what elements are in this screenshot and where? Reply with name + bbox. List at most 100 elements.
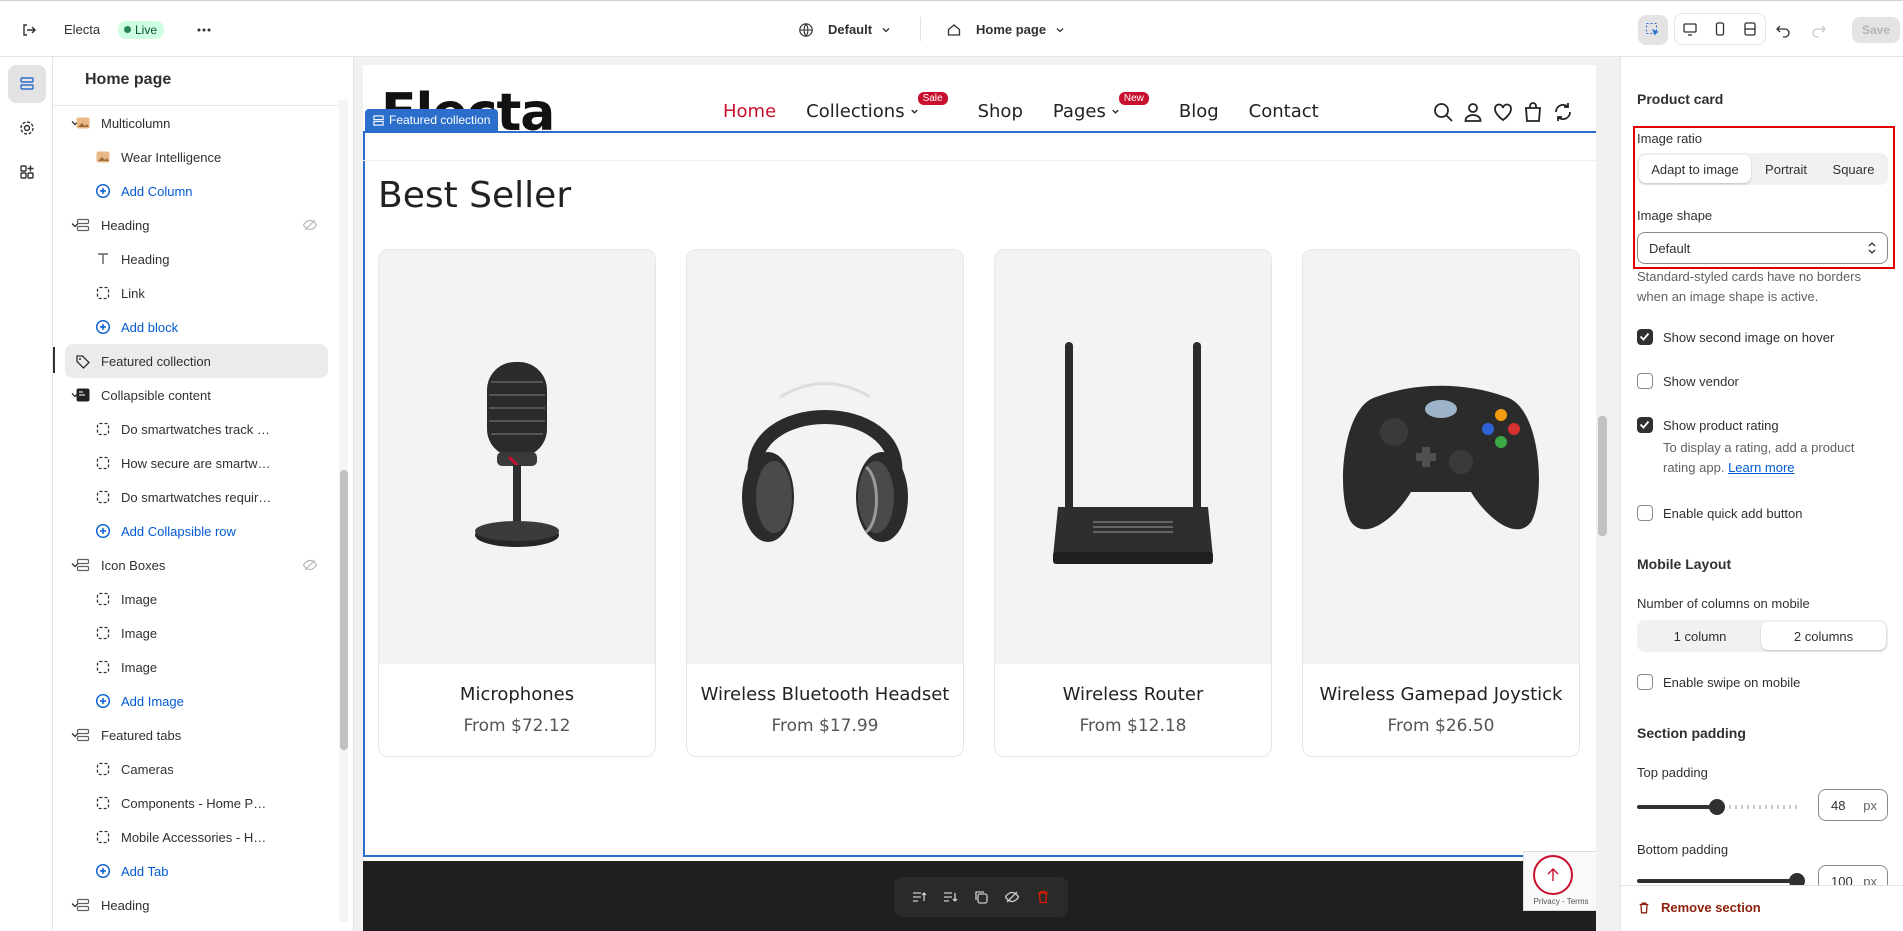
nav-item-collections[interactable]: CollectionsSale [806,92,949,122]
mobile-view-button[interactable] [1705,14,1735,44]
duplicate-icon[interactable] [973,889,989,905]
scroll-to-top-button[interactable] [1533,855,1573,895]
tree-block-item[interactable]: Link [53,276,338,310]
hide-eye-icon[interactable] [1004,889,1020,905]
product-card[interactable]: Wireless Router From $12.18 [994,249,1272,757]
add-item-button[interactable]: Add Tab [53,854,338,888]
tree-item-label: Heading [101,897,150,913]
section-icon [75,557,91,573]
mobile-columns-option[interactable]: 2 columns [1761,622,1886,650]
tree-block-item[interactable]: Mobile Accessories - Home... [53,820,338,854]
left-scrollbar-thumb[interactable] [340,470,348,750]
show-second-image-checkbox[interactable] [1637,329,1653,345]
top-padding-slider-knob[interactable] [1709,799,1725,815]
show-vendor-label[interactable]: Show vendor [1663,374,1739,389]
redo-button[interactable] [1804,15,1834,45]
tree-item-label: Featured collection [101,353,211,369]
product-name[interactable]: Microphones [379,684,655,705]
nav-item-shop[interactable]: Shop [978,101,1023,122]
move-down-icon[interactable] [942,889,958,905]
product-name[interactable]: Wireless Router [995,684,1271,705]
product-name[interactable]: Wireless Gamepad Joystick [1303,684,1579,705]
top-padding-value: 48 [1831,797,1846,813]
quick-add-label[interactable]: Enable quick add button [1663,506,1803,521]
move-up-icon[interactable] [911,889,927,905]
nav-item-contact[interactable]: Contact [1249,101,1319,122]
tree-block-item[interactable]: Components - Home Page [53,786,338,820]
fullscreen-view-button[interactable] [1735,14,1765,44]
sections-nav-button[interactable] [8,65,46,103]
nav-item-pages[interactable]: PagesNew [1053,92,1151,122]
tree-block-item[interactable]: Wear Intelligence [53,140,338,174]
save-button[interactable]: Save [1852,16,1901,43]
tree-block-item[interactable]: Do smartwatches track fitn... [53,412,338,446]
wishlist-heart-icon[interactable] [1492,101,1514,123]
show-vendor-checkbox[interactable] [1637,373,1653,389]
tree-section-item[interactable]: Heading [53,208,338,242]
show-rating-label[interactable]: Show product rating [1663,418,1779,433]
learn-more-link[interactable]: Learn more [1728,460,1794,475]
chevron-down-icon [882,27,890,32]
show-second-image-label[interactable]: Show second image on hover [1663,330,1834,345]
top-padding-slider[interactable] [1637,805,1717,809]
delete-trash-icon[interactable] [1035,889,1051,905]
checkmark-icon [1639,332,1650,341]
hidden-eye-icon[interactable] [302,557,318,573]
tree-block-item[interactable]: Image [53,650,338,684]
cart-bag-icon[interactable] [1522,101,1544,123]
inspector-toggle[interactable] [1638,14,1668,45]
product-card[interactable]: Microphones From $72.12 [378,249,656,757]
product-card[interactable]: Wireless Bluetooth Headset From $17.99 [686,249,964,757]
account-icon[interactable] [1462,101,1484,123]
quick-add-checkbox[interactable] [1637,505,1653,521]
product-image-microphone [379,250,655,664]
gear-icon [20,121,34,135]
show-rating-checkbox[interactable] [1637,417,1653,433]
product-image-router [995,250,1271,664]
add-item-button[interactable]: Add Image [53,684,338,718]
tree-block-item[interactable]: How secure are smartwatc... [53,446,338,480]
product-card[interactable]: Wireless Gamepad Joystick From $26.50 [1302,249,1580,757]
tree-section-item[interactable]: Multicolumn [53,106,338,140]
remove-section-button[interactable]: Remove section [1637,900,1761,915]
page-selector[interactable]: Home page [946,1,1066,58]
theme-settings-nav-button[interactable] [8,109,46,147]
section-icon [75,217,91,233]
tree-block-item[interactable]: Image [53,582,338,616]
swipe-mobile-checkbox[interactable] [1637,674,1653,690]
tree-section-item[interactable]: Heading [53,888,338,922]
product-name[interactable]: Wireless Bluetooth Headset [687,684,963,705]
tree-section-item[interactable]: Icon Boxes [53,548,338,582]
tree-block-item[interactable]: Heading [53,922,338,931]
tree-block-item[interactable]: Image [53,616,338,650]
block-icon [95,421,111,437]
tree-section-item[interactable]: Featured tabs [53,718,338,752]
tree-block-item[interactable]: Do smartwatches require a ... [53,480,338,514]
tree-section-item[interactable]: Collapsible content [53,378,338,412]
mobile-columns-option[interactable]: 1 column [1639,622,1761,650]
nav-item-home[interactable]: Home [723,101,776,122]
nav-item-blog[interactable]: Blog [1179,101,1219,122]
tree-section-item[interactable]: Featured collection [65,344,328,378]
add-item-button[interactable]: Add Collapsible row [53,514,338,548]
theme-selector[interactable]: Default [798,1,892,58]
add-item-button[interactable]: Add block [53,310,338,344]
preview-scrollbar-thumb[interactable] [1598,416,1607,536]
tree-block-item[interactable]: Heading [53,242,338,276]
apps-nav-button[interactable] [8,153,46,191]
mobile-columns-segmented: 1 column 2 columns [1637,620,1888,652]
more-actions-button[interactable] [189,1,219,58]
bottom-padding-slider[interactable] [1637,879,1797,883]
search-icon[interactable] [1432,101,1454,123]
app-name: Electa [64,22,101,37]
compare-refresh-icon[interactable] [1552,101,1574,123]
block-icon [95,285,111,301]
add-item-button[interactable]: Add Column [53,174,338,208]
tree-block-item[interactable]: Cameras [53,752,338,786]
exit-button[interactable] [14,1,44,58]
desktop-view-button[interactable] [1675,14,1705,44]
hidden-eye-icon[interactable] [302,217,318,233]
swipe-mobile-label[interactable]: Enable swipe on mobile [1663,675,1800,690]
undo-button[interactable] [1768,15,1798,45]
top-padding-input[interactable]: 48 px [1818,789,1888,821]
